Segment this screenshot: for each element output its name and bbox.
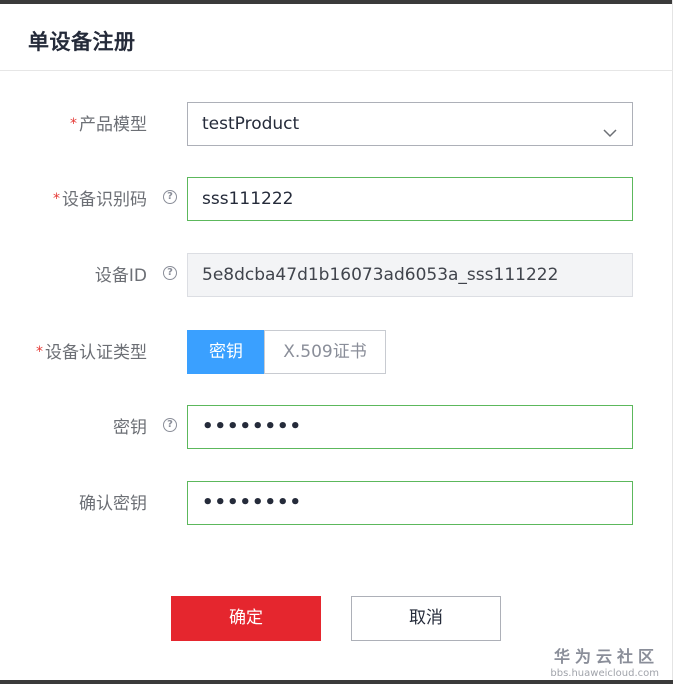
confirm-secret-label-text: 确认密钥 (79, 494, 147, 514)
form-row-auth-type: * 设备认证类型 密钥 X.509证书 (0, 330, 673, 376)
form-row-secret: 密钥 ? •••••••• (0, 405, 673, 451)
required-mark: * (53, 191, 60, 207)
device-id-field: 5e8dcba47d1b16073ad6053a_sss111222 (187, 253, 633, 297)
form-row-device-identifier: * 设备识别码 ? sss111222 (0, 177, 673, 223)
product-model-label: * 产品模型 (70, 102, 147, 148)
product-model-value: testProduct (202, 114, 300, 134)
confirm-secret-label: 确认密钥 (79, 481, 147, 527)
auth-type-option-x509[interactable]: X.509证书 (264, 330, 386, 374)
secret-label-text: 密钥 (113, 418, 147, 438)
device-identifier-label: * 设备识别码 (53, 177, 147, 223)
secret-input[interactable]: •••••••• (187, 405, 633, 449)
device-identifier-value: sss111222 (202, 189, 294, 209)
secret-masked-value: •••••••• (202, 416, 303, 437)
help-circle-icon[interactable]: ? (163, 418, 177, 432)
window-bottom-border (0, 680, 673, 684)
device-id-label-text: 设备ID (94, 266, 147, 286)
device-id-label: 设备ID (95, 253, 147, 299)
dialog-header: 单设备注册 (0, 4, 673, 71)
watermark-url: bbs.huaweicloud.com (550, 668, 659, 679)
confirm-secret-masked-value: •••••••• (202, 492, 303, 513)
form-row-product-model: * 产品模型 testProduct (0, 102, 673, 148)
secret-label: 密钥 (113, 405, 147, 451)
cancel-button[interactable]: 取消 (351, 596, 501, 641)
required-mark: * (36, 344, 43, 360)
help-circle-icon[interactable]: ? (163, 190, 177, 204)
auth-type-option-secret[interactable]: 密钥 (187, 330, 265, 374)
form-row-device-id: 设备ID ? 5e8dcba47d1b16073ad6053a_sss11122… (0, 253, 673, 299)
watermark-title: 华为云社区 (553, 647, 659, 666)
device-identifier-input[interactable]: sss111222 (187, 177, 633, 221)
form-row-confirm-secret: 确认密钥 •••••••• (0, 481, 673, 527)
auth-type-label: * 设备认证类型 (36, 330, 147, 376)
confirm-secret-input[interactable]: •••••••• (187, 481, 633, 525)
chevron-down-icon (602, 115, 618, 157)
required-mark: * (70, 116, 77, 132)
product-model-label-text: 产品模型 (79, 115, 147, 135)
device-id-value: 5e8dcba47d1b16073ad6053a_sss111222 (202, 265, 559, 285)
product-model-select[interactable]: testProduct (187, 102, 633, 146)
auth-type-label-text: 设备认证类型 (45, 343, 147, 363)
device-identifier-label-text: 设备识别码 (62, 190, 147, 210)
help-circle-icon[interactable]: ? (163, 266, 177, 280)
dialog-title: 单设备注册 (28, 30, 136, 54)
confirm-button[interactable]: 确定 (171, 596, 321, 641)
watermark: 华为云社区 bbs.huaweicloud.com (550, 643, 659, 679)
